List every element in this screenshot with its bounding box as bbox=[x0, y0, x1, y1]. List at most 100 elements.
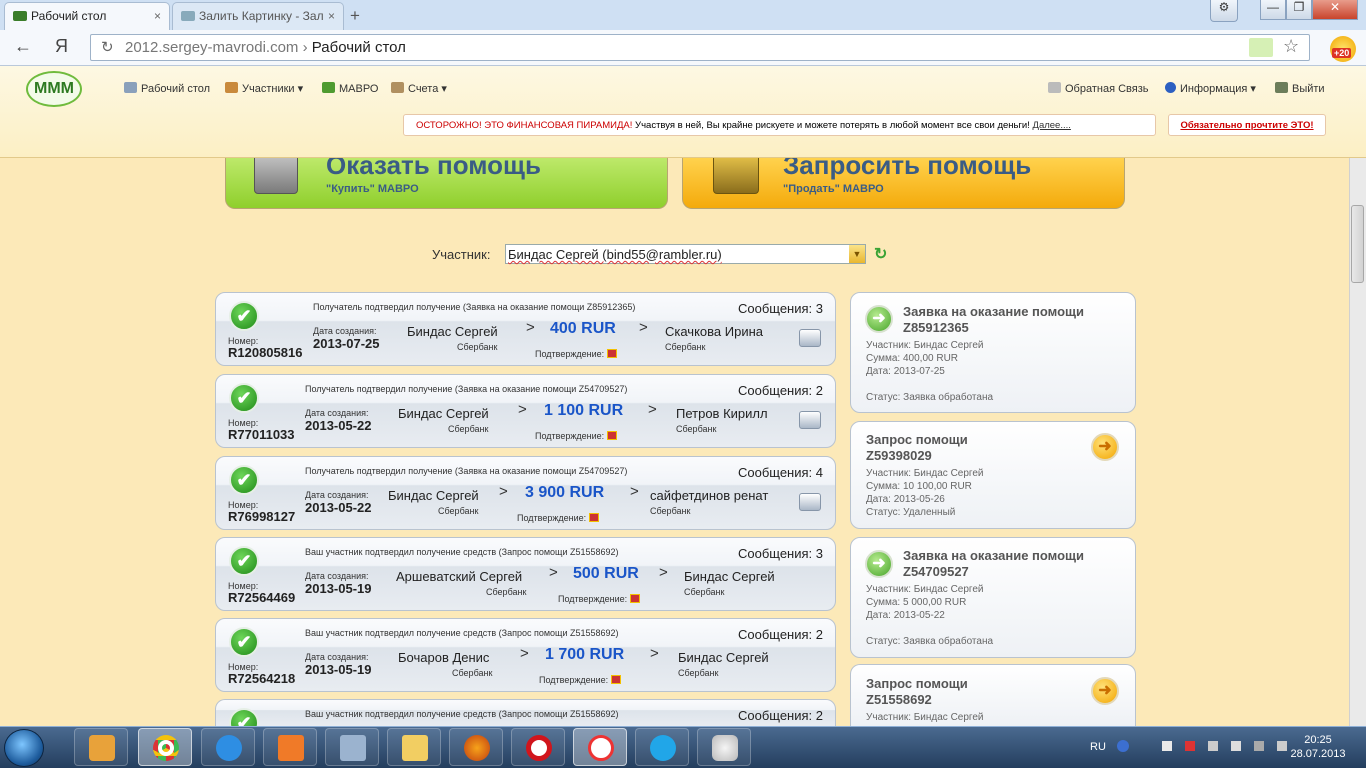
give-help-banner[interactable]: Оказать помощь "Купить" МАВРО bbox=[225, 158, 668, 209]
reload-icon[interactable]: ↻ bbox=[101, 38, 114, 56]
notifications-icon[interactable]: +20 bbox=[1330, 36, 1356, 62]
transfer-amount: 1 700 RUR bbox=[545, 646, 625, 663]
request-id: Z59398029 bbox=[866, 448, 932, 463]
taskbar-yandex-browser[interactable] bbox=[573, 728, 627, 766]
confirmation-image-icon[interactable] bbox=[607, 349, 618, 358]
transaction-card[interactable]: ✔ Ваш участник подтвердил получение сред… bbox=[215, 699, 836, 726]
nav-exit[interactable]: Выйти bbox=[1275, 82, 1325, 95]
created-date: 2013-05-19 bbox=[305, 662, 372, 677]
taskbar-opera[interactable] bbox=[511, 728, 565, 766]
taskbar-folder[interactable] bbox=[387, 728, 441, 766]
request-card[interactable]: ➜ Заявка на оказание помощи Z54709527 Уч… bbox=[850, 537, 1136, 658]
read-this-link[interactable]: Обязательно прочтите ЭТО! bbox=[1168, 114, 1326, 136]
tab-desktop[interactable]: Рабочий стол × bbox=[4, 2, 170, 30]
print-icon[interactable] bbox=[799, 329, 821, 347]
tab-close-icon[interactable]: × bbox=[328, 9, 335, 23]
messages-count[interactable]: Сообщения: 3 bbox=[738, 301, 823, 316]
sender-bank: Сбербанк bbox=[457, 342, 498, 352]
tab-close-icon[interactable]: × bbox=[154, 9, 161, 23]
dropdown-arrow-icon[interactable]: ▼ bbox=[849, 245, 865, 263]
yandex-logo-icon[interactable]: Я bbox=[55, 36, 68, 57]
confirmation[interactable]: Подтверждение: bbox=[517, 513, 600, 523]
recipient-name: Петров Кирилл bbox=[676, 406, 768, 421]
start-button[interactable] bbox=[4, 729, 44, 767]
minimize-button[interactable]: — bbox=[1260, 0, 1286, 20]
scrollbar-thumb[interactable] bbox=[1351, 205, 1364, 283]
request-help-banner[interactable]: Запросить помощь "Продать" МАВРО bbox=[682, 158, 1125, 209]
print-icon[interactable] bbox=[799, 493, 821, 511]
settings-gear-icon[interactable]: ⚙ bbox=[1210, 0, 1238, 22]
volume-icon[interactable] bbox=[1231, 741, 1242, 751]
transaction-card[interactable]: ✔ Ваш участник подтвердил получение сред… bbox=[215, 537, 836, 611]
request-card[interactable]: Запрос помощи Z51558692 ➜ Участник: Бинд… bbox=[850, 664, 1136, 726]
messages-count[interactable]: Сообщения: 2 bbox=[738, 708, 823, 723]
taskbar-scanner[interactable] bbox=[325, 728, 379, 766]
refresh-icon[interactable]: ↻ bbox=[874, 244, 887, 264]
recipient-name: Скачкова Ирина bbox=[665, 324, 763, 339]
taskbar-paint[interactable] bbox=[697, 728, 751, 766]
nav-feedback[interactable]: Обратная Связь bbox=[1048, 82, 1149, 95]
confirmation[interactable]: Подтверждение: bbox=[535, 431, 618, 441]
recipient-name: сайфетдинов ренат bbox=[650, 488, 769, 503]
secure-lock-icon[interactable] bbox=[1249, 38, 1273, 57]
back-icon[interactable]: ← bbox=[14, 36, 32, 57]
transaction-card[interactable]: ✔ Ваш участник подтвердил получение сред… bbox=[215, 618, 836, 692]
close-button[interactable]: ✕ bbox=[1312, 0, 1358, 20]
taskbar-chrome[interactable] bbox=[138, 728, 192, 766]
nav-info[interactable]: Информация ▾ bbox=[1165, 82, 1256, 95]
arrow-right-icon: > bbox=[630, 483, 639, 500]
action-center-icon[interactable] bbox=[1185, 741, 1196, 751]
taskbar-internet-explorer[interactable] bbox=[201, 728, 255, 766]
request-card[interactable]: ➜ Заявка на оказание помощи Z85912365 Уч… bbox=[850, 292, 1136, 413]
confirmation-image-icon[interactable] bbox=[611, 675, 622, 684]
maximize-button[interactable]: ❐ bbox=[1286, 0, 1312, 20]
taskbar-office[interactable] bbox=[263, 728, 317, 766]
taskbar-firefox[interactable] bbox=[449, 728, 503, 766]
confirmation[interactable]: Подтверждение: bbox=[535, 349, 618, 359]
mmm-logo[interactable]: МММ bbox=[26, 71, 82, 107]
participant-select[interactable]: Биндас Сергей (bind55@rambler.ru) ▼ bbox=[505, 244, 866, 264]
confirmation[interactable]: Подтверждение: bbox=[539, 675, 622, 685]
request-date: Дата: 2013-05-22 bbox=[866, 610, 945, 621]
request-help-title: Запросить помощь bbox=[783, 158, 1032, 180]
network-icon[interactable] bbox=[1162, 741, 1173, 751]
folder-icon bbox=[402, 735, 428, 761]
tab-label: Залить Картинку - Зал bbox=[199, 9, 324, 23]
messages-count[interactable]: Сообщения: 2 bbox=[738, 383, 823, 398]
address-bar: ← Я ↻ 2012.sergey-mavrodi.com › Рабочий … bbox=[0, 30, 1366, 66]
gold-safe-icon bbox=[713, 158, 759, 194]
new-tab-button[interactable]: + bbox=[350, 6, 360, 26]
help-icon[interactable] bbox=[1116, 740, 1129, 752]
messages-count[interactable]: Сообщения: 3 bbox=[738, 546, 823, 561]
confirmation-image-icon[interactable] bbox=[607, 431, 618, 440]
messages-count[interactable]: Сообщения: 2 bbox=[738, 627, 823, 642]
messages-count[interactable]: Сообщения: 4 bbox=[738, 465, 823, 480]
confirmation-image-icon[interactable] bbox=[630, 594, 641, 603]
transaction-card[interactable]: ✔ Получатель подтвердил получение (Заявк… bbox=[215, 456, 836, 530]
transaction-card[interactable]: ✔ Получатель подтвердил получение (Заявк… bbox=[215, 292, 836, 366]
give-help-subtitle: "Купить" МАВРО bbox=[326, 183, 419, 195]
request-card[interactable]: Запрос помощи Z59398029 ➜ Участник: Бинд… bbox=[850, 421, 1136, 529]
taskbar-skype[interactable] bbox=[635, 728, 689, 766]
transaction-number: R72564218 bbox=[228, 671, 296, 686]
nav-mavro[interactable]: МАВРО bbox=[322, 82, 379, 95]
device-icon[interactable] bbox=[1208, 741, 1219, 751]
print-icon[interactable] bbox=[799, 411, 821, 429]
bookmark-star-icon[interactable]: ☆ bbox=[1283, 36, 1299, 57]
clock-date: 28.07.2013 bbox=[1290, 748, 1346, 760]
confirmation-image-icon[interactable] bbox=[589, 513, 600, 522]
language-indicator[interactable]: RU bbox=[1090, 741, 1106, 753]
keyboard-icon[interactable] bbox=[1254, 741, 1265, 751]
warning-more-link[interactable]: Далее.... bbox=[1033, 120, 1071, 131]
confirmation[interactable]: Подтверждение: bbox=[558, 594, 641, 604]
request-title: Заявка на оказание помощи bbox=[903, 304, 1085, 319]
nav-participants[interactable]: Участники ▾ bbox=[225, 82, 303, 95]
tab-upload-image[interactable]: Залить Картинку - Зал × bbox=[172, 2, 344, 30]
taskbar-clock[interactable]: 20:25 28.07.2013 bbox=[1283, 733, 1353, 761]
nav-desktop[interactable]: Рабочий стол bbox=[124, 82, 210, 95]
transaction-card[interactable]: ✔ Получатель подтвердил получение (Заявк… bbox=[215, 374, 836, 448]
taskbar-media-player[interactable] bbox=[74, 728, 128, 766]
nav-accounts[interactable]: Счета ▾ bbox=[391, 82, 447, 95]
recipient-name: Биндас Сергей bbox=[678, 650, 769, 665]
url-input[interactable]: ↻ 2012.sergey-mavrodi.com › Рабочий стол… bbox=[90, 34, 1310, 61]
